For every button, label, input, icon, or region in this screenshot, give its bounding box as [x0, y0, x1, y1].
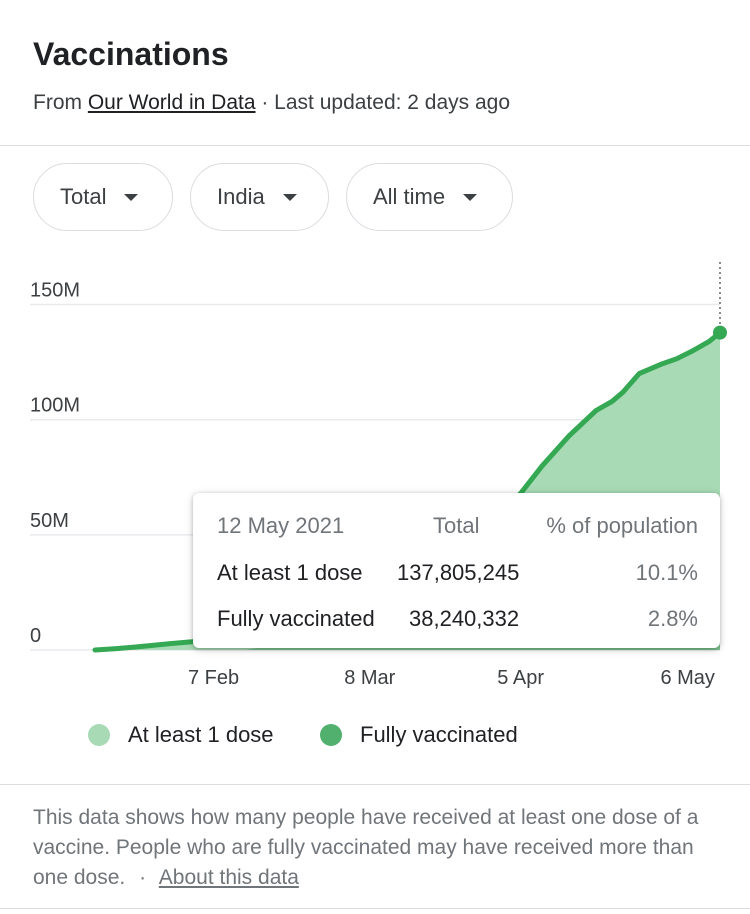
tooltip-row-percent: 10.1%	[635, 560, 698, 585]
source-link[interactable]: Our World in Data	[88, 91, 256, 114]
source-prefix: From	[33, 91, 82, 114]
metric-filter-label: Total	[60, 184, 107, 209]
tooltip-total-header: Total	[433, 513, 480, 538]
data-tooltip: 12 May 2021 Total % of population At lea…	[193, 493, 720, 648]
page-title: Vaccinations	[33, 36, 229, 72]
x-tick-label: 6 May	[660, 667, 714, 689]
legend-label: At least 1 dose	[128, 722, 274, 747]
x-tick-label: 7 Feb	[188, 667, 239, 689]
x-tick-label: 8 Mar	[344, 667, 395, 689]
header-divider	[0, 145, 750, 146]
region-filter-chip[interactable]: India	[190, 163, 329, 231]
legend-divider	[0, 784, 750, 785]
tooltip-row-total: 38,240,332	[409, 606, 520, 631]
source-line: From Our World in Data · Last updated: 2…	[33, 91, 510, 115]
time-range-filter-label: All time	[373, 184, 446, 209]
chevron-down-icon	[463, 193, 478, 201]
legend-label: Fully vaccinated	[360, 722, 518, 747]
footnote-text: This data shows how many people have rec…	[33, 806, 699, 889]
tooltip-row-total: 137,805,245	[397, 560, 520, 585]
y-tick-label: 50M	[30, 510, 69, 532]
last-updated: · Last updated: 2 days ago	[261, 91, 511, 114]
chevron-down-icon	[124, 193, 139, 201]
footnote: This data shows how many people have rec…	[33, 803, 723, 893]
about-this-data-link[interactable]: About this data	[159, 866, 299, 889]
region-filter-label: India	[217, 184, 265, 209]
tooltip-percent-header: % of population	[546, 513, 698, 538]
chevron-down-icon	[282, 193, 297, 201]
legend-swatch	[320, 724, 342, 746]
tooltip-row-percent: 2.8%	[647, 606, 698, 631]
metric-filter-chip[interactable]: Total	[33, 163, 173, 231]
tooltip-row-label: At least 1 dose	[217, 560, 363, 585]
legend-item-at-least-one-dose: At least 1 dose	[88, 722, 274, 748]
legend-swatch	[88, 724, 110, 746]
y-tick-label: 150M	[30, 280, 80, 302]
hover-point	[713, 325, 727, 340]
y-tick-label: 100M	[30, 395, 80, 417]
tooltip-date: 12 May 2021	[217, 513, 345, 538]
footer-divider	[0, 908, 750, 909]
x-tick-label: 5 Apr	[497, 667, 544, 689]
tooltip-row-label: Fully vaccinated	[217, 606, 375, 631]
y-tick-label: 0	[30, 625, 41, 647]
footnote-separator: ·	[139, 866, 147, 889]
legend-item-fully-vaccinated: Fully vaccinated	[320, 722, 518, 748]
time-range-filter-chip[interactable]: All time	[346, 163, 513, 231]
